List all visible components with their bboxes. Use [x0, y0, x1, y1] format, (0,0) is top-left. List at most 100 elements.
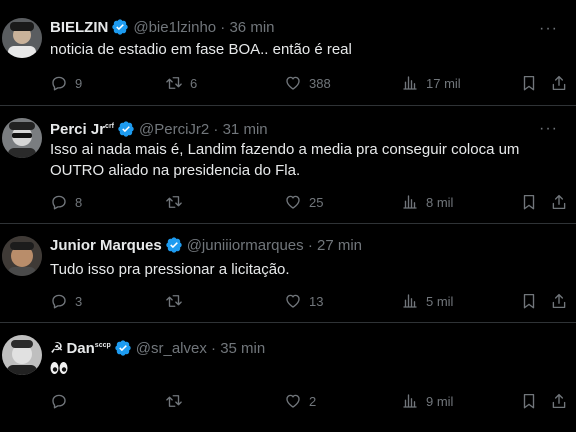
like-button[interactable]: 2 [284, 391, 316, 411]
display-name[interactable]: Junior Marques [50, 237, 162, 254]
retweet-icon [166, 77, 182, 89]
more-icon[interactable]: ··· [539, 121, 558, 137]
share-icon [552, 393, 566, 409]
bookmark-button[interactable] [520, 391, 538, 411]
retweet-button[interactable] [165, 391, 190, 411]
name-badge: crf [105, 123, 114, 130]
like-count: 2 [309, 393, 317, 409]
timeline: BIELZIN @bie1lzinho · 36 min ··· noticia … [0, 0, 576, 432]
separator: · [220, 19, 226, 36]
views-icon [403, 394, 417, 408]
retweet-icon [166, 295, 182, 307]
reply-button[interactable] [50, 391, 75, 411]
tweet-actions: 9 6 388 17 mil [50, 73, 570, 93]
bookmark-button[interactable] [520, 73, 538, 93]
reply-button[interactable]: 9 [50, 73, 82, 93]
view-count: 5 mil [426, 293, 454, 309]
verified-icon [112, 19, 129, 35]
like-button[interactable]: 13 [284, 291, 323, 311]
avatar[interactable] [2, 335, 42, 375]
more-icon[interactable]: ··· [539, 21, 558, 37]
share-button[interactable] [550, 291, 568, 311]
share-button[interactable] [550, 73, 568, 93]
like-count: 13 [309, 293, 324, 309]
reply-icon [52, 76, 66, 91]
verified-icon [115, 340, 131, 356]
bookmark-icon [523, 393, 535, 409]
retweet-icon [166, 395, 182, 407]
retweet-button[interactable]: 6 [165, 73, 197, 93]
like-icon [286, 76, 300, 90]
reply-button[interactable]: 3 [50, 291, 82, 311]
views-icon [403, 294, 417, 308]
like-count: 388 [309, 75, 331, 91]
share-icon [552, 293, 566, 309]
bookmark-icon [523, 75, 535, 91]
like-button[interactable]: 388 [284, 73, 331, 93]
tweet-text-line: OUTRO aliado na presidencia do Fla. [50, 162, 301, 179]
avatar[interactable] [2, 236, 42, 276]
separator: · [213, 121, 219, 138]
avatar[interactable] [2, 18, 42, 58]
display-name[interactable]: ☭ Dansccp [50, 340, 111, 357]
display-name[interactable]: Perci Jrcrf [50, 121, 114, 138]
reply-count: 9 [75, 75, 83, 91]
like-icon [286, 195, 300, 209]
tweet-header: Junior Marques @juniiiormarques · 27 min [50, 236, 362, 256]
tweet-text: noticia de estadio em fase BOA.. então é… [50, 41, 352, 58]
handle[interactable]: @juniiiormarques [187, 237, 304, 254]
views-button[interactable]: 9 mil [401, 391, 453, 411]
verified-icon [118, 121, 134, 137]
handle[interactable]: @PerciJr2 [139, 121, 209, 138]
reply-icon [52, 294, 66, 309]
like-icon [286, 394, 300, 408]
display-name-text: Dan [66, 340, 95, 357]
tweet[interactable]: Perci Jrcrf @PerciJr2 · 31 min ··· Isso a… [0, 106, 576, 224]
name-badge: sccp [94, 342, 111, 349]
avatar[interactable] [2, 118, 42, 158]
bookmark-button[interactable] [520, 192, 538, 212]
eyes-emoji [50, 362, 68, 374]
bookmark-icon [523, 194, 535, 210]
bookmark-icon [523, 293, 535, 309]
timestamp[interactable]: 36 min [229, 19, 274, 36]
tweet-text-line: Isso ai nada mais é, Landim fazendo a me… [50, 141, 520, 158]
tweet[interactable]: BIELZIN @bie1lzinho · 36 min ··· noticia … [0, 0, 576, 106]
views-button[interactable]: 17 mil [401, 73, 461, 93]
display-name[interactable]: BIELZIN [50, 19, 108, 36]
share-icon [552, 194, 566, 210]
retweet-button[interactable] [165, 291, 190, 311]
views-icon [403, 76, 417, 90]
like-icon [286, 294, 300, 308]
like-button[interactable]: 25 [284, 192, 323, 212]
retweet-button[interactable] [165, 192, 190, 212]
view-count: 9 mil [426, 393, 454, 409]
handle[interactable]: @sr_alvex [136, 340, 207, 357]
handle[interactable]: @bie1lzinho [133, 19, 216, 36]
timestamp[interactable]: 27 min [317, 237, 362, 254]
tweet-text [50, 358, 560, 379]
views-button[interactable]: 8 mil [401, 192, 453, 212]
tweet-text: Isso ai nada mais é, Landim fazendo a me… [50, 139, 560, 181]
tweet-header: BIELZIN @bie1lzinho · 36 min [50, 18, 275, 38]
tweet-text: Tudo isso pra pressionar a licitação. [50, 261, 290, 278]
display-name-text: Perci Jr [50, 121, 106, 138]
separator: · [307, 237, 313, 254]
name-prefix: ☭ [50, 340, 64, 357]
timestamp[interactable]: 31 min [223, 121, 268, 138]
retweet-count: 6 [190, 75, 198, 91]
share-button[interactable] [550, 391, 568, 411]
tweet-header: ☭ Dansccp @sr_alvex · 35 min [50, 336, 265, 357]
tweet[interactable]: Junior Marques @juniiiormarques · 27 min … [0, 224, 576, 323]
verified-icon [166, 237, 182, 253]
bookmark-button[interactable] [520, 291, 538, 311]
views-icon [403, 195, 417, 209]
timestamp[interactable]: 35 min [220, 340, 265, 357]
share-button[interactable] [550, 192, 568, 212]
view-count: 17 mil [426, 75, 461, 91]
tweet-actions: 3 13 5 mil [50, 291, 570, 311]
views-button[interactable]: 5 mil [401, 291, 453, 311]
tweet[interactable]: ☭ Dansccp @sr_alvex · 35 min 2 9 mil [0, 323, 576, 432]
tweet-actions: 2 9 mil [50, 391, 570, 411]
reply-button[interactable]: 8 [50, 192, 82, 212]
